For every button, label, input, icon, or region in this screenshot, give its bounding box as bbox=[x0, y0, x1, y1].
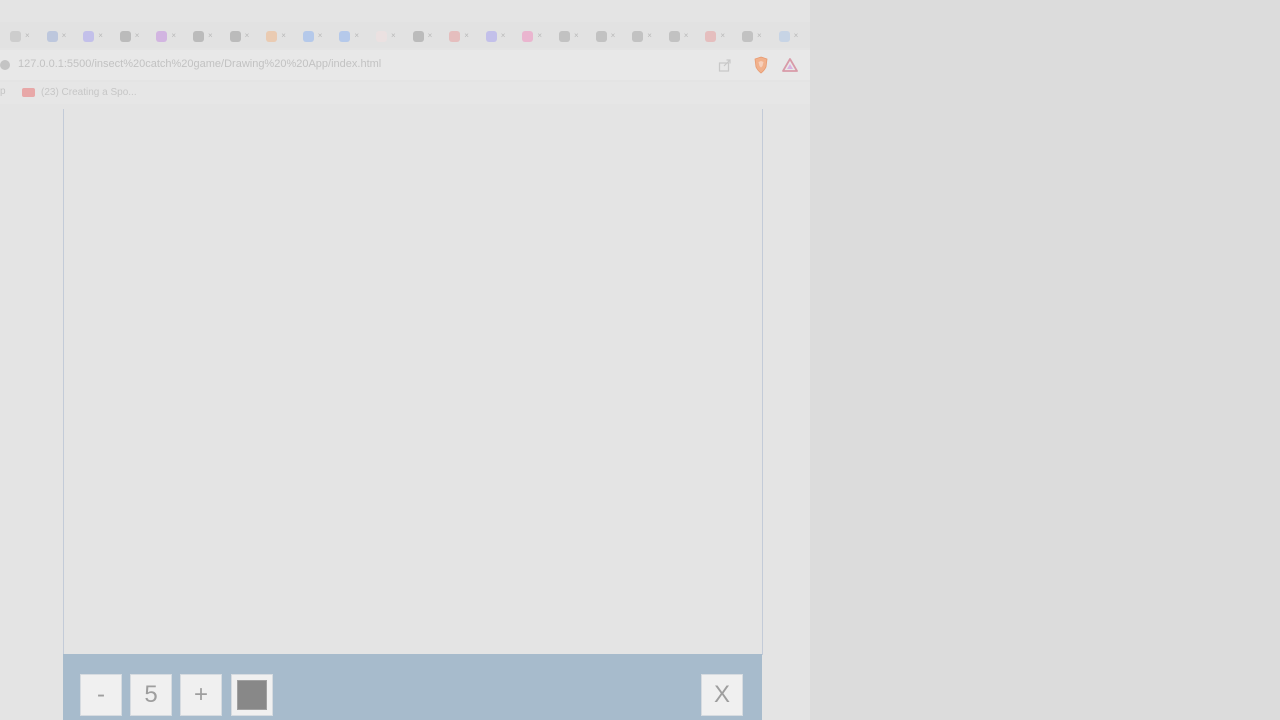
google-icon bbox=[339, 31, 351, 42]
tab-close-icon[interactable]: × bbox=[171, 31, 176, 41]
brush-size-value: 5 bbox=[130, 674, 172, 716]
increase-size-button[interactable]: + bbox=[180, 674, 222, 716]
google-icon bbox=[302, 31, 314, 42]
tab-close-icon[interactable]: × bbox=[354, 31, 359, 41]
window-icon bbox=[742, 31, 753, 42]
browser-tab[interactable]: × bbox=[549, 30, 585, 44]
browser-tab[interactable]: × bbox=[476, 30, 512, 44]
tab-close-icon[interactable]: × bbox=[684, 31, 689, 41]
decrease-size-button[interactable]: - bbox=[80, 674, 122, 716]
tab-strip: × × × × × × × × × × × × × × × × × × × × × × bbox=[0, 22, 810, 48]
browser-tab[interactable]: × bbox=[512, 30, 548, 44]
orange-icon bbox=[266, 31, 278, 42]
window-icon bbox=[559, 31, 570, 42]
purple-icon bbox=[156, 31, 168, 42]
github-icon bbox=[119, 31, 131, 42]
tab-close-icon[interactable]: × bbox=[318, 31, 323, 41]
browser-tab[interactable]: × bbox=[732, 30, 768, 44]
bookmark-icon bbox=[485, 31, 497, 42]
browser-tab[interactable]: × bbox=[256, 30, 292, 44]
browser-tab[interactable]: × bbox=[769, 30, 805, 44]
settings-icon bbox=[10, 31, 21, 42]
tab-close-icon[interactable]: × bbox=[757, 31, 762, 41]
gmail-icon bbox=[705, 31, 717, 42]
window-icon bbox=[632, 31, 644, 42]
tab-close-icon[interactable]: × bbox=[611, 31, 616, 41]
browser-tab[interactable]: × bbox=[110, 30, 146, 44]
browser-tab[interactable]: × bbox=[293, 30, 329, 44]
tab-close-icon[interactable]: × bbox=[501, 31, 506, 41]
tab-close-icon[interactable]: × bbox=[281, 31, 286, 41]
browser-tab[interactable]: × bbox=[439, 30, 475, 44]
tab-close-icon[interactable]: × bbox=[62, 31, 67, 41]
window-icon bbox=[595, 31, 607, 42]
color-swatch bbox=[237, 680, 267, 710]
bookmark-icon bbox=[83, 31, 95, 42]
browser-tab[interactable]: × bbox=[146, 30, 182, 44]
tab-close-icon[interactable]: × bbox=[135, 31, 140, 41]
window-icon bbox=[668, 31, 680, 42]
url-field[interactable]: 127.0.0.1:5500/insect%20catch%20game/Dra… bbox=[18, 58, 381, 70]
tab-close-icon[interactable]: × bbox=[98, 31, 103, 41]
share-icon[interactable] bbox=[718, 58, 732, 72]
toolbox: - 5 + X bbox=[63, 654, 762, 720]
tab-close-icon[interactable]: × bbox=[464, 31, 469, 41]
browser-tab[interactable]: × bbox=[0, 30, 36, 44]
browser-tab[interactable]: × bbox=[220, 30, 256, 44]
tab-close-icon[interactable]: × bbox=[794, 31, 799, 41]
doc-icon bbox=[376, 31, 387, 42]
browser-tab[interactable]: × bbox=[366, 30, 402, 44]
tab-close-icon[interactable]: × bbox=[208, 31, 213, 41]
browser-tab[interactable]: × bbox=[586, 30, 622, 44]
browser-tab[interactable]: × bbox=[37, 30, 73, 44]
github-icon bbox=[412, 31, 424, 42]
tab-close-icon[interactable]: × bbox=[428, 31, 433, 41]
youtube-icon bbox=[22, 88, 35, 97]
browser-tab[interactable]: × bbox=[183, 30, 219, 44]
github-icon bbox=[229, 31, 241, 42]
tab-close-icon[interactable]: × bbox=[245, 31, 250, 41]
bookmark-label: (23) Creating a Spo... bbox=[41, 87, 137, 98]
tab-close-icon[interactable]: × bbox=[391, 31, 396, 41]
browser-tab[interactable]: × bbox=[73, 30, 109, 44]
tab-close-icon[interactable]: × bbox=[647, 31, 652, 41]
tab-close-icon[interactable]: × bbox=[574, 31, 579, 41]
address-bar: 127.0.0.1:5500/insect%20catch%20game/Dra… bbox=[0, 50, 810, 80]
browser-window: × × × × × × × × × × × × × × × × × × × × × × 127.0.0.1:5500/in… bbox=[0, 0, 810, 720]
pink-icon bbox=[522, 31, 534, 42]
browser-tab[interactable]: × bbox=[622, 30, 658, 44]
drawing-canvas[interactable] bbox=[63, 109, 763, 655]
page-viewport: - 5 + X bbox=[0, 106, 810, 720]
browser-tab[interactable]: × bbox=[695, 30, 731, 44]
home-icon bbox=[46, 31, 58, 42]
browser-tab[interactable]: × bbox=[329, 30, 365, 44]
browser-tab[interactable]: × bbox=[659, 30, 695, 44]
browser-tab[interactable]: × bbox=[403, 30, 439, 44]
bookmarks-bar: p (23) Creating a Spo... bbox=[0, 82, 810, 104]
color-picker[interactable] bbox=[231, 674, 273, 716]
github-icon bbox=[193, 31, 204, 42]
site-info-icon[interactable] bbox=[0, 60, 10, 70]
brave-shield-icon[interactable] bbox=[753, 56, 769, 74]
tab-close-icon[interactable]: × bbox=[25, 31, 30, 41]
tab-close-icon[interactable]: × bbox=[537, 31, 542, 41]
brave-rewards-icon[interactable] bbox=[782, 57, 798, 73]
generic-icon bbox=[778, 31, 790, 42]
tab-close-icon[interactable]: × bbox=[720, 31, 725, 41]
clear-button[interactable]: X bbox=[701, 674, 743, 716]
bookmark-apps[interactable]: p bbox=[0, 86, 6, 97]
gmail-icon bbox=[449, 31, 461, 42]
